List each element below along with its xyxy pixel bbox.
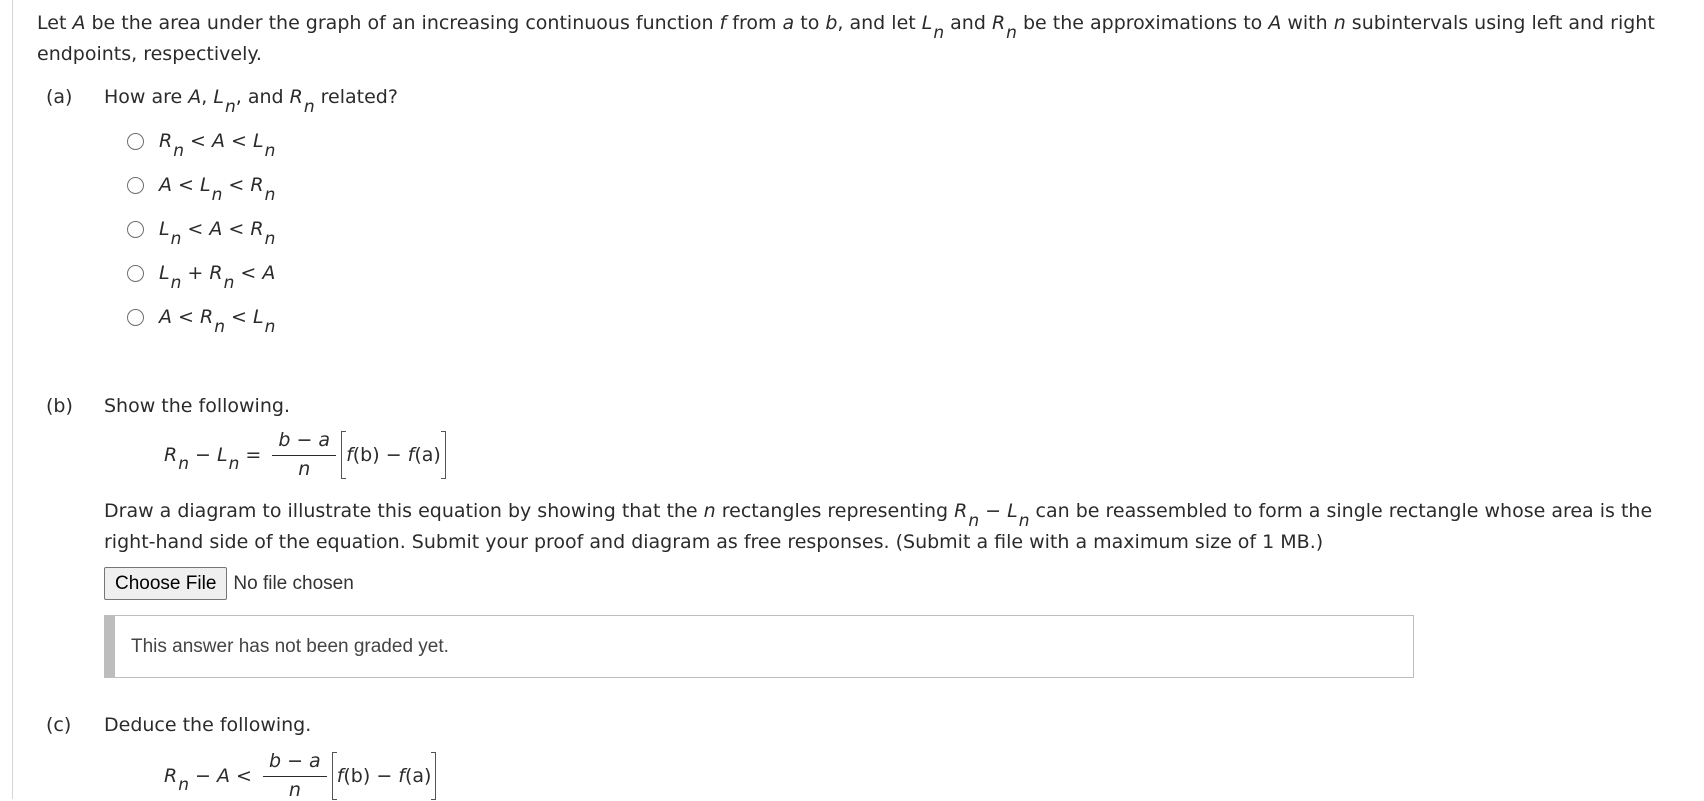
radio-option-2[interactable] (127, 176, 144, 194)
option-5-label: A < Rn < Ln (159, 306, 276, 337)
question-intro: Let A be the area under the graph of an … (37, 12, 1655, 65)
part-c-label: (c) (46, 714, 72, 736)
option-4-label: Ln + Rn < A (159, 262, 276, 293)
bracket-expression: f (b) − f (a) (331, 751, 437, 800)
part-a-question: How are A, Ln, and Rn related? (104, 86, 398, 117)
option-1-label: Rn < A < Ln (159, 130, 276, 161)
part-c: (c) Deduce the following. Rn − A < b − a… (37, 710, 1702, 801)
option-4[interactable]: Ln + Rn < A (127, 257, 1702, 301)
part-b-heading: Show the following. (104, 395, 290, 417)
option-2[interactable]: A < Ln < Rn (127, 169, 1702, 213)
question-content: Let A be the area under the graph of an … (37, 8, 1702, 801)
part-b: (b) Show the following. Rn − Ln = b − an… (37, 391, 1702, 678)
option-3[interactable]: Ln < A < Rn (127, 213, 1702, 257)
part-c-heading: Deduce the following. (104, 714, 312, 736)
grading-status-text: This answer has not been graded yet. (131, 635, 449, 657)
part-b-instructions: Draw a diagram to illustrate this equati… (104, 500, 1653, 553)
file-upload: Choose File No file chosen (104, 567, 1702, 600)
option-2-label: A < Ln < Rn (159, 174, 276, 205)
choose-file-button[interactable]: Choose File (104, 567, 228, 600)
option-3-label: Ln < A < Rn (159, 218, 276, 249)
option-1[interactable]: Rn < A < Ln (127, 125, 1702, 169)
part-a: (a) How are A, Ln, and Rn related? (37, 82, 1702, 117)
equation-b: Rn − Ln = b − an f (b) − f (a) (164, 429, 1702, 480)
no-file-label: No file chosen (233, 572, 354, 594)
radio-option-5[interactable] (127, 308, 144, 326)
part-a-label: (a) (46, 86, 73, 108)
equation-c: Rn − A < b − an f (b) − f (a) (164, 750, 1702, 801)
grading-status-box: This answer has not been graded yet. (104, 615, 1414, 678)
bracket-expression: f (b) − f (a) (341, 430, 446, 479)
radio-option-4[interactable] (127, 264, 144, 282)
radio-option-1[interactable] (127, 132, 144, 150)
option-5[interactable]: A < Rn < Ln (127, 301, 1702, 345)
left-divider (12, 0, 13, 799)
radio-option-3[interactable] (127, 220, 144, 238)
fraction: b − an (262, 750, 327, 801)
fraction: b − an (272, 429, 337, 480)
part-b-label: (b) (46, 395, 73, 417)
page: Let A be the area under the graph of an … (0, 0, 1704, 801)
answer-options: Rn < A < Ln A < Ln < Rn Ln < A < Rn Ln +… (127, 125, 1702, 345)
